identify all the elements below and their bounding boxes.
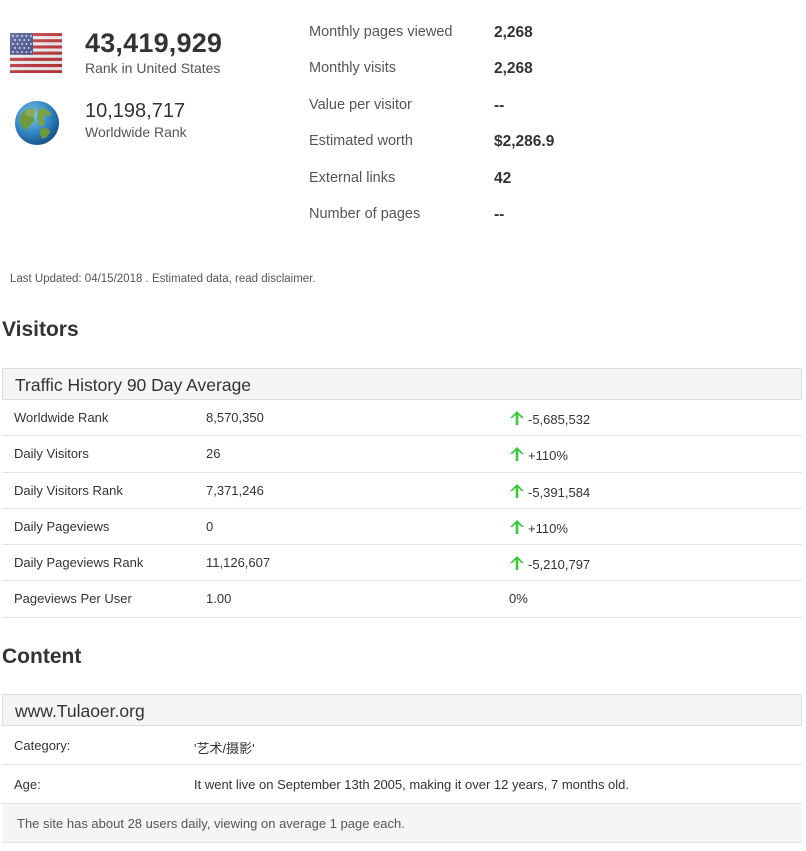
stat-label: Monthly pages viewed (309, 24, 453, 40)
metric-name: Daily Pageviews Rank (14, 555, 144, 571)
stat-number-of-pages: Number of pages -- (309, 206, 769, 242)
metric-change-cell: +110% (509, 519, 568, 536)
metric-value: 1.00 (206, 591, 232, 607)
stat-label: Number of pages (309, 205, 421, 222)
table-row: Daily Pageviews Rank 11,126,607 -5,210,7… (2, 545, 802, 582)
metric-name: Daily Pageviews (14, 518, 110, 534)
content-value: It went live on September 13th 2005, mak… (194, 777, 630, 792)
arrow-up-icon (510, 447, 524, 462)
metric-value: 7,371,246 (206, 482, 264, 498)
content-table: www.Tulaoer.org Category: '艺术/摄影' Age: I… (2, 694, 802, 843)
globe-icon (15, 101, 59, 145)
table-row: Age: It went live on September 13th 2005… (2, 765, 802, 804)
arrow-up-icon (510, 483, 524, 498)
worldwide-rank-label: Worldwide Rank (85, 124, 187, 140)
stat-monthly-visits: Monthly visits 2,268 (309, 60, 769, 96)
metric-change: -5,391,584 (528, 484, 591, 500)
site-domain: www.Tulaoer.org (2, 694, 802, 726)
arrow-up-icon (510, 519, 524, 534)
stat-value: 2,268 (494, 60, 533, 78)
metric-change: 0% (509, 591, 528, 607)
metric-value: 11,126,607 (206, 555, 271, 571)
site-summary: 43,419,929 Rank in United States 10,198,… (0, 0, 806, 300)
stat-label: Value per visitor (309, 96, 412, 113)
stat-monthly-pages-viewed: Monthly pages viewed 2,268 (309, 24, 769, 60)
content-summary-note: The site has about 28 users daily, viewi… (2, 804, 802, 843)
stat-label: External links (309, 169, 396, 186)
metric-name: Worldwide Rank (14, 410, 109, 425)
arrow-up-icon (510, 556, 524, 571)
table-row: Daily Visitors Rank 7,371,246 -5,391,584 (2, 473, 802, 509)
content-value: '艺术/摄影' (194, 741, 255, 756)
metric-change: +110% (528, 448, 568, 464)
traffic-history-title: Traffic History 90 Day Average (2, 368, 802, 400)
metric-value: 8,570,350 (206, 410, 264, 425)
stat-value: $2,286.9 (494, 133, 555, 151)
metric-change-cell: -5,391,584 (509, 483, 590, 500)
worldwide-rank-value: 10,198,717 (85, 100, 186, 122)
stat-label: Estimated worth (309, 133, 413, 150)
content-summary-text: The site has about 28 users daily, viewi… (17, 816, 405, 831)
stat-value-per-visitor: Value per visitor -- (309, 97, 769, 133)
stat-external-links: External links 42 (309, 170, 769, 206)
table-row: Daily Visitors 26 +110% (2, 436, 802, 473)
visitors-heading: Visitors (2, 318, 79, 341)
metric-value: 0 (206, 518, 214, 534)
metric-change: +110% (528, 520, 568, 536)
metric-change-cell: -5,210,797 (509, 555, 590, 572)
stat-value: -- (494, 96, 505, 114)
country-rank-value: 43,419,929 (85, 28, 223, 58)
table-row: Category: '艺术/摄影' (2, 726, 802, 765)
table-row: Daily Pageviews 0 +110% (2, 509, 802, 546)
metric-value: 26 (206, 446, 221, 462)
table-row: Pageviews Per User 1.00 0% (2, 581, 802, 618)
arrow-up-icon (510, 411, 524, 425)
country-rank-label: Rank in United States (85, 60, 221, 76)
content-label: Category: (14, 738, 71, 753)
content-label: Age: (14, 777, 41, 792)
stat-estimated-worth: Estimated worth $2,286.9 (309, 133, 769, 169)
metric-change: -5,210,797 (528, 557, 591, 573)
metric-change: -5,685,532 (528, 412, 591, 427)
stat-value: 2,268 (494, 24, 533, 41)
stat-value: -- (494, 205, 505, 223)
stat-value: 42 (494, 169, 512, 187)
traffic-history-table: Traffic History 90 Day Average Worldwide… (2, 368, 802, 618)
site-stats: Monthly pages viewed 2,268 Monthly visit… (309, 24, 769, 242)
table-row: Worldwide Rank 8,570,350 -5,685,532 (2, 400, 802, 437)
metric-name: Daily Visitors Rank (14, 482, 123, 498)
metric-change-cell: -5,685,532 (509, 410, 590, 427)
us-flag-icon (10, 33, 62, 73)
metric-name: Pageviews Per User (14, 591, 132, 607)
stat-label: Monthly visits (309, 60, 397, 77)
content-heading: Content (2, 645, 82, 668)
metric-change-cell: +110% (509, 446, 568, 463)
metric-name: Daily Visitors (14, 446, 89, 462)
last-updated-note: Last Updated: 04/15/2018 . Estimated dat… (10, 273, 316, 285)
